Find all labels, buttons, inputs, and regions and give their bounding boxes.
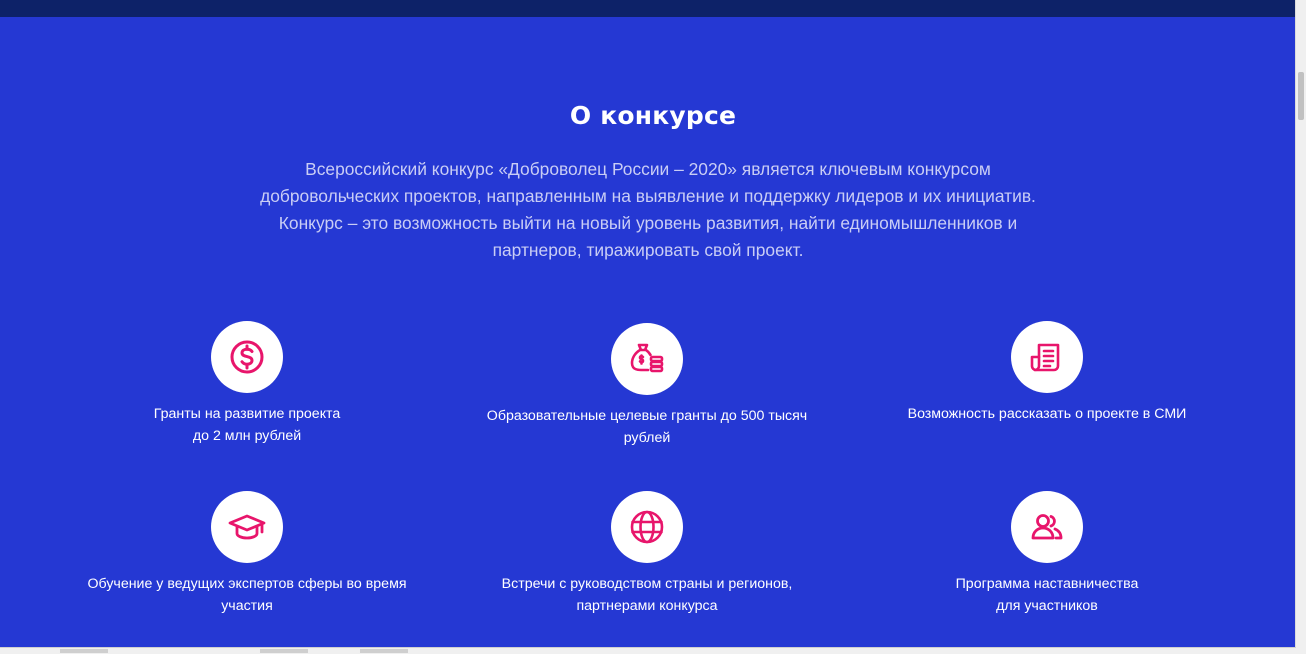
money-bag-icon [611, 323, 683, 395]
graduation-cap-icon [211, 491, 283, 563]
horizontal-scrollbar[interactable] [0, 647, 1296, 654]
feature-mentorship: Программа наставничества для участников [867, 491, 1227, 617]
feature-label: Обучение у ведущих экспертов сферы во вр… [87, 576, 407, 614]
vertical-scrollbar[interactable] [1295, 0, 1306, 654]
feature-expert-training: Обучение у ведущих экспертов сферы во вр… [67, 491, 427, 617]
feature-grants: Гранты на развитие проекта до 2 млн рубл… [67, 321, 427, 447]
feature-educational-grants: Образовательные целевые гранты до 500 ты… [467, 323, 827, 449]
section-description: Всероссийский конкурс «Доброволец России… [260, 159, 1036, 260]
section-title: О конкурсе [569, 101, 737, 130]
top-navigation-bar [0, 0, 1296, 17]
feature-label: Образовательные целевые гранты до 500 ты… [486, 408, 808, 446]
newspaper-icon [1011, 321, 1083, 393]
feature-label: Возможность рассказать о проекте в СМИ [907, 406, 1187, 422]
feature-media: Возможность рассказать о проекте в СМИ [867, 321, 1227, 425]
scrollbar-thumb[interactable] [1298, 72, 1304, 120]
feature-label: Встречи с руководством страны и регионов… [501, 576, 793, 614]
feature-meetings: Встречи с руководством страны и регионов… [467, 491, 827, 617]
users-icon [1011, 491, 1083, 563]
feature-label: Гранты на развитие проекта до 2 млн рубл… [153, 406, 341, 444]
feature-label: Программа наставничества для участников [955, 576, 1139, 614]
dollar-circle-icon [211, 321, 283, 393]
globe-icon [611, 491, 683, 563]
